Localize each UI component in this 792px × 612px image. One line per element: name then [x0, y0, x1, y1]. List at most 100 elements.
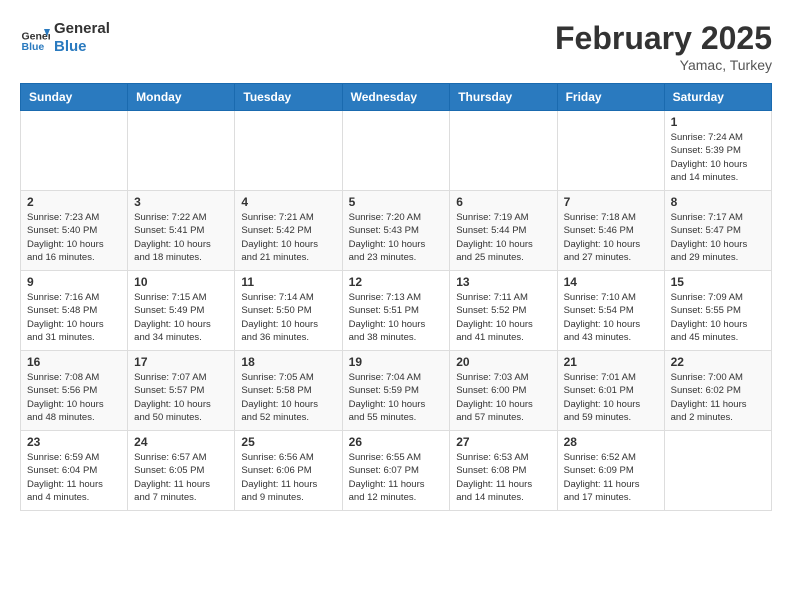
logo-blue: Blue [54, 38, 110, 56]
month-title: February 2025 [555, 20, 772, 57]
day-info: Sunrise: 7:11 AM Sunset: 5:52 PM Dayligh… [456, 291, 550, 344]
week-row-1: 1 Sunrise: 7:24 AM Sunset: 5:39 PM Daylig… [21, 111, 772, 191]
title-block: February 2025 Yamac, Turkey [555, 20, 772, 73]
day-info: Sunrise: 7:08 AM Sunset: 5:56 PM Dayligh… [27, 371, 121, 424]
day-cell: 15 Sunrise: 7:09 AM Sunset: 5:55 PM Dayli… [664, 271, 771, 351]
day-info: Sunrise: 7:05 AM Sunset: 5:58 PM Dayligh… [241, 371, 335, 424]
weekday-header-row: SundayMondayTuesdayWednesdayThursdayFrid… [21, 84, 772, 111]
day-number: 10 [134, 275, 228, 289]
day-cell [128, 111, 235, 191]
day-number: 14 [564, 275, 658, 289]
day-cell: 4 Sunrise: 7:21 AM Sunset: 5:42 PM Daylig… [235, 191, 342, 271]
day-number: 21 [564, 355, 658, 369]
day-info: Sunrise: 7:23 AM Sunset: 5:40 PM Dayligh… [27, 211, 121, 264]
day-info: Sunrise: 7:19 AM Sunset: 5:44 PM Dayligh… [456, 211, 550, 264]
page-header: General Blue General Blue February 2025 … [20, 20, 772, 73]
day-number: 27 [456, 435, 550, 449]
day-number: 8 [671, 195, 765, 209]
day-info: Sunrise: 6:57 AM Sunset: 6:05 PM Dayligh… [134, 451, 228, 504]
day-cell: 16 Sunrise: 7:08 AM Sunset: 5:56 PM Dayli… [21, 351, 128, 431]
day-number: 25 [241, 435, 335, 449]
day-info: Sunrise: 7:04 AM Sunset: 5:59 PM Dayligh… [349, 371, 444, 424]
day-info: Sunrise: 6:52 AM Sunset: 6:09 PM Dayligh… [564, 451, 658, 504]
weekday-header-tuesday: Tuesday [235, 84, 342, 111]
day-cell [21, 111, 128, 191]
day-cell: 23 Sunrise: 6:59 AM Sunset: 6:04 PM Dayli… [21, 431, 128, 511]
day-cell: 13Sunrise: 7:11 AM Sunset: 5:52 PM Dayli… [450, 271, 557, 351]
day-cell: 9 Sunrise: 7:16 AM Sunset: 5:48 PM Daylig… [21, 271, 128, 351]
day-cell [664, 431, 771, 511]
day-number: 1 [671, 115, 765, 129]
day-cell: 3Sunrise: 7:22 AM Sunset: 5:41 PM Daylig… [128, 191, 235, 271]
day-info: Sunrise: 6:55 AM Sunset: 6:07 PM Dayligh… [349, 451, 444, 504]
day-cell: 24 Sunrise: 6:57 AM Sunset: 6:05 PM Dayli… [128, 431, 235, 511]
day-cell: 26 Sunrise: 6:55 AM Sunset: 6:07 PM Dayli… [342, 431, 450, 511]
day-cell: 12 Sunrise: 7:13 AM Sunset: 5:51 PM Dayli… [342, 271, 450, 351]
day-cell [557, 111, 664, 191]
day-info: Sunrise: 7:21 AM Sunset: 5:42 PM Dayligh… [241, 211, 335, 264]
day-info: Sunrise: 7:13 AM Sunset: 5:51 PM Dayligh… [349, 291, 444, 344]
day-number: 18 [241, 355, 335, 369]
day-info: Sunrise: 6:59 AM Sunset: 6:04 PM Dayligh… [27, 451, 121, 504]
weekday-header-thursday: Thursday [450, 84, 557, 111]
weekday-header-friday: Friday [557, 84, 664, 111]
day-cell: 14 Sunrise: 7:10 AM Sunset: 5:54 PM Dayli… [557, 271, 664, 351]
day-number: 22 [671, 355, 765, 369]
day-cell: 21 Sunrise: 7:01 AM Sunset: 6:01 PM Dayli… [557, 351, 664, 431]
day-cell: 20 Sunrise: 7:03 AM Sunset: 6:00 PM Dayli… [450, 351, 557, 431]
day-info: Sunrise: 7:03 AM Sunset: 6:00 PM Dayligh… [456, 371, 550, 424]
day-cell: 7 Sunrise: 7:18 AM Sunset: 5:46 PM Daylig… [557, 191, 664, 271]
day-info: Sunrise: 7:01 AM Sunset: 6:01 PM Dayligh… [564, 371, 658, 424]
day-number: 12 [349, 275, 444, 289]
day-number: 23 [27, 435, 121, 449]
day-number: 24 [134, 435, 228, 449]
day-number: 16 [27, 355, 121, 369]
location: Yamac, Turkey [555, 57, 772, 73]
day-cell: 11Sunrise: 7:14 AM Sunset: 5:50 PM Dayli… [235, 271, 342, 351]
day-number: 28 [564, 435, 658, 449]
weekday-header-wednesday: Wednesday [342, 84, 450, 111]
day-cell: 18 Sunrise: 7:05 AM Sunset: 5:58 PM Dayli… [235, 351, 342, 431]
day-info: Sunrise: 7:18 AM Sunset: 5:46 PM Dayligh… [564, 211, 658, 264]
day-cell: 25 Sunrise: 6:56 AM Sunset: 6:06 PM Dayli… [235, 431, 342, 511]
day-cell: 6 Sunrise: 7:19 AM Sunset: 5:44 PM Daylig… [450, 191, 557, 271]
weekday-header-sunday: Sunday [21, 84, 128, 111]
day-number: 26 [349, 435, 444, 449]
day-number: 9 [27, 275, 121, 289]
day-number: 15 [671, 275, 765, 289]
week-row-5: 23 Sunrise: 6:59 AM Sunset: 6:04 PM Dayli… [21, 431, 772, 511]
day-info: Sunrise: 6:56 AM Sunset: 6:06 PM Dayligh… [241, 451, 335, 504]
day-number: 7 [564, 195, 658, 209]
day-cell: 2Sunrise: 7:23 AM Sunset: 5:40 PM Daylig… [21, 191, 128, 271]
day-number: 4 [241, 195, 335, 209]
day-cell: 10 Sunrise: 7:15 AM Sunset: 5:49 PM Dayli… [128, 271, 235, 351]
day-cell: 8 Sunrise: 7:17 AM Sunset: 5:47 PM Daylig… [664, 191, 771, 271]
week-row-4: 16 Sunrise: 7:08 AM Sunset: 5:56 PM Dayli… [21, 351, 772, 431]
day-number: 17 [134, 355, 228, 369]
day-cell: 28 Sunrise: 6:52 AM Sunset: 6:09 PM Dayli… [557, 431, 664, 511]
day-number: 11 [241, 275, 335, 289]
day-info: Sunrise: 7:17 AM Sunset: 5:47 PM Dayligh… [671, 211, 765, 264]
day-cell: 22 Sunrise: 7:00 AM Sunset: 6:02 PM Dayli… [664, 351, 771, 431]
day-cell: 27 Sunrise: 6:53 AM Sunset: 6:08 PM Dayli… [450, 431, 557, 511]
day-info: Sunrise: 7:20 AM Sunset: 5:43 PM Dayligh… [349, 211, 444, 264]
day-number: 20 [456, 355, 550, 369]
day-number: 6 [456, 195, 550, 209]
day-info: Sunrise: 7:15 AM Sunset: 5:49 PM Dayligh… [134, 291, 228, 344]
day-number: 5 [349, 195, 444, 209]
logo-general: General [54, 20, 110, 38]
logo-icon: General Blue [20, 23, 50, 53]
day-info: Sunrise: 7:10 AM Sunset: 5:54 PM Dayligh… [564, 291, 658, 344]
day-cell [235, 111, 342, 191]
day-cell [342, 111, 450, 191]
day-info: Sunrise: 7:22 AM Sunset: 5:41 PM Dayligh… [134, 211, 228, 264]
day-info: Sunrise: 7:16 AM Sunset: 5:48 PM Dayligh… [27, 291, 121, 344]
calendar-table: SundayMondayTuesdayWednesdayThursdayFrid… [20, 83, 772, 511]
day-info: Sunrise: 7:09 AM Sunset: 5:55 PM Dayligh… [671, 291, 765, 344]
day-info: Sunrise: 7:24 AM Sunset: 5:39 PM Dayligh… [671, 131, 765, 184]
week-row-2: 2Sunrise: 7:23 AM Sunset: 5:40 PM Daylig… [21, 191, 772, 271]
day-info: Sunrise: 6:53 AM Sunset: 6:08 PM Dayligh… [456, 451, 550, 504]
week-row-3: 9 Sunrise: 7:16 AM Sunset: 5:48 PM Daylig… [21, 271, 772, 351]
day-info: Sunrise: 7:00 AM Sunset: 6:02 PM Dayligh… [671, 371, 765, 424]
logo: General Blue General Blue [20, 20, 110, 56]
